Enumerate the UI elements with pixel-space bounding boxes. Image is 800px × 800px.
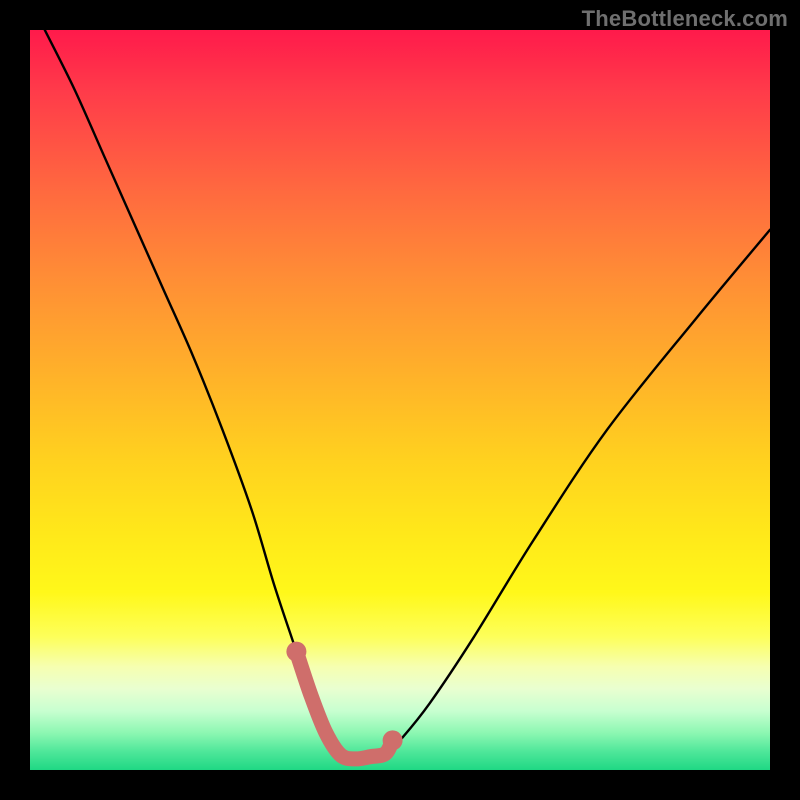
trough-end-dot	[383, 730, 403, 750]
bottleneck-curve	[45, 30, 770, 763]
curve-layer	[30, 30, 770, 770]
chart-stage: TheBottleneck.com	[0, 0, 800, 800]
trough-marker-stroke	[296, 652, 392, 759]
plot-area	[30, 30, 770, 770]
watermark-text: TheBottleneck.com	[582, 6, 788, 32]
trough-end-dot	[286, 642, 306, 662]
